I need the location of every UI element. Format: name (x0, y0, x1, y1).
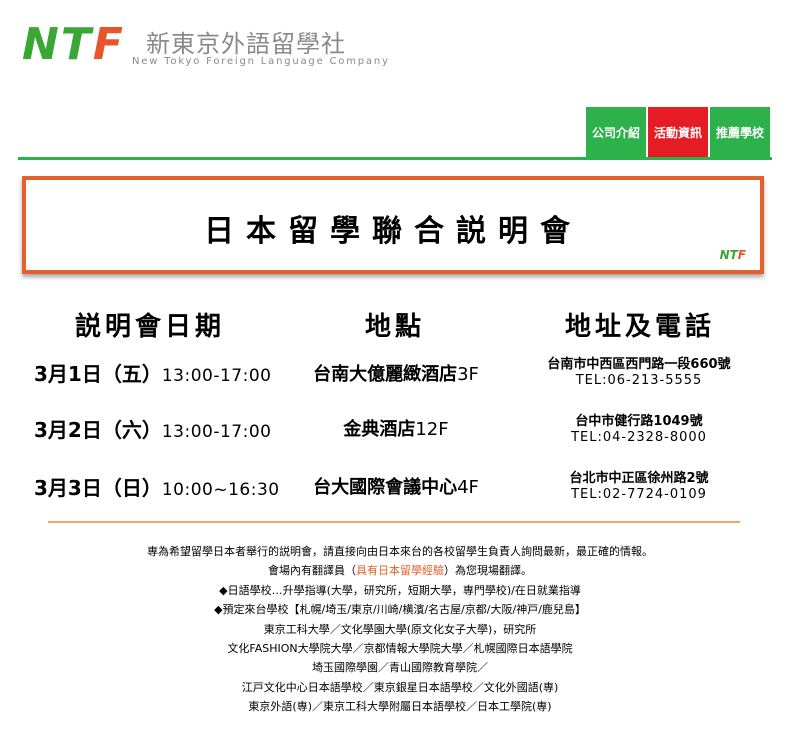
venue-name: 台南大億麗緻酒店 (313, 364, 458, 385)
school-list-item: 埼玉國際學園／青山國際教育學院／ (312, 661, 488, 675)
logo-letter-f: F (92, 19, 125, 70)
event-venue: 台大國際會議中心4F (296, 473, 496, 499)
address-text: 台南市中西區西門路一段660號 (547, 357, 731, 372)
translator-post: ）為您現場翻譯。 (444, 564, 532, 578)
venue-floor: 4F (457, 477, 479, 498)
translator-pre: 會場內有翻譯員（ (268, 564, 356, 578)
event-date: 3月3日（日）10:00~16:30 (34, 472, 280, 501)
company-logo[interactable]: NTF (22, 20, 125, 70)
time-text: 13:00-17:00 (161, 422, 272, 442)
phone-text[interactable]: TEL:06-213-5555 (524, 373, 754, 389)
notes-guidance: ◆日語學校…升學指導(大學，研究所，短期大學，専門學校)/在日就業指導 (219, 583, 581, 597)
nav-company-intro[interactable]: 公司介紹 (586, 107, 646, 157)
address-text: 台中市健行路1049號 (575, 414, 703, 429)
time-text: 13:00-17:00 (161, 366, 272, 386)
time-text: 10:00~16:30 (161, 480, 280, 500)
event-date: 3月1日（五）13:00-17:00 (34, 358, 271, 387)
phone-text[interactable]: TEL:02-7724-0109 (524, 487, 754, 503)
event-notes: 専為希望留學日本者舉行的説明會，請直接向由日本來台的各校留學生負責人詢問最新，最… (0, 542, 800, 717)
school-list-item: 東京外語(専)／東京工科大學附屬日本語學校／日本工學院(専) (248, 700, 552, 714)
banner-logo: NTF (720, 248, 746, 262)
banner-logo-n: N (719, 248, 730, 262)
notes-translator: 會場內有翻譯員（具有日本留學經驗）為您現場翻譯。 (0, 561, 800, 580)
banner-logo-f: F (737, 248, 746, 262)
banner-title: 日本留學聯合説明會 (204, 214, 582, 249)
logo-letter-t: T (60, 19, 93, 70)
logo-letter-n: N (22, 19, 61, 70)
venue-name: 金典酒店 (343, 419, 416, 440)
address-text: 台北市中正區徐州路2號 (569, 471, 709, 486)
school-list-item: 文化FASHION大學院大學／京都情報大學院大學／札幌國際日本語學院 (227, 642, 573, 656)
school-list-item: 東京工科大學／文化學園大學(原文化女子大學)，研究所 (263, 622, 537, 636)
venue-name: 台大國際會議中心 (313, 477, 458, 498)
header: NTF 新東京外語留學社 New Tokyo Foreign Language … (0, 0, 800, 160)
event-date: 3月2日（六）13:00-17:00 (34, 414, 271, 443)
school-list-item: 江戸文化中心日本語學校／東京銀星日本語學校／文化外國語(専) (241, 680, 559, 694)
section-divider (48, 521, 740, 523)
date-text: 3月2日（六） (34, 418, 162, 442)
translator-highlight: 具有日本留學經驗 (356, 564, 444, 578)
event-venue: 台南大億麗緻酒店3F (296, 360, 496, 386)
notes-cities: ◆預定來台學校【札幌/埼玉/東京/川崎/横濱/名古屋/京都/大阪/神戸/鹿兒島】 (214, 603, 586, 617)
nav-recommended-schools[interactable]: 推薦學校 (710, 107, 770, 157)
event-address: 台南市中西區西門路一段660號 TEL:06-213-5555 (524, 357, 754, 389)
header-divider (18, 157, 772, 160)
banner-logo-t: T (729, 248, 738, 262)
event-banner: 日本留學聯合説明會 NTF (22, 176, 764, 274)
date-text: 3月3日（日） (34, 476, 162, 500)
event-address: 台中市健行路1049號 TEL:04-2328-8000 (524, 414, 754, 446)
phone-text[interactable]: TEL:04-2328-8000 (524, 430, 754, 446)
venue-floor: 12F (415, 419, 449, 440)
company-english-name: New Tokyo Foreign Language Company (132, 56, 390, 67)
event-venue: 金典酒店12F (296, 415, 496, 441)
venue-floor: 3F (457, 364, 479, 385)
nav-event-info[interactable]: 活動資訊 (648, 107, 708, 157)
header-date: 説明會日期 (74, 312, 225, 342)
company-chinese-name: 新東京外語留學社 (146, 30, 346, 58)
event-address: 台北市中正區徐州路2號 TEL:02-7724-0109 (524, 471, 754, 503)
notes-intro: 専為希望留學日本者舉行的説明會，請直接向由日本來台的各校留學生負責人詢問最新，最… (147, 545, 653, 558)
date-text: 3月1日（五） (34, 362, 162, 386)
main-nav: 公司介紹 活動資訊 推薦學校 (586, 107, 772, 157)
header-address: 地址及電話 (564, 312, 715, 342)
header-venue: 地點 (364, 312, 425, 342)
